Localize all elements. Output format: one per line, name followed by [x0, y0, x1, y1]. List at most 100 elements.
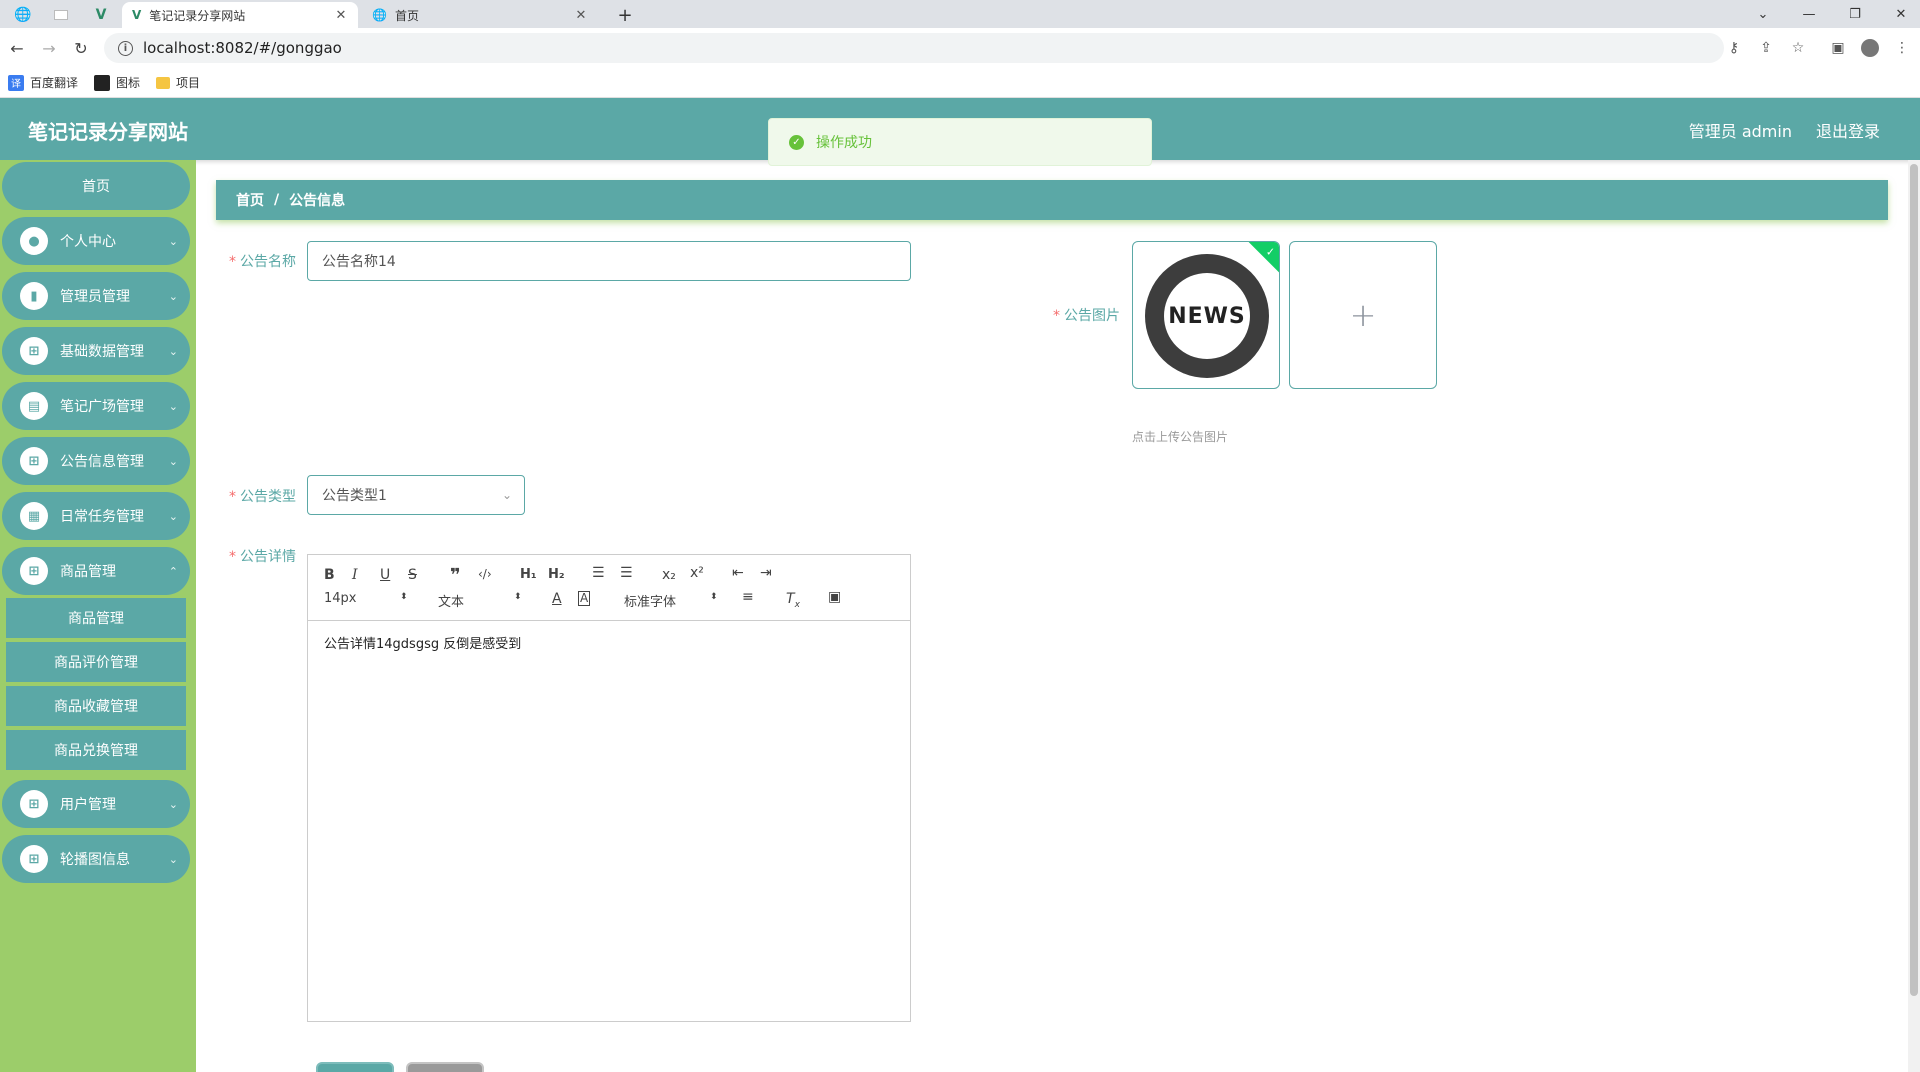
submit-button[interactable]: [316, 1062, 394, 1072]
pinned-tab-blank[interactable]: [46, 4, 76, 26]
scrollbar-thumb[interactable]: [1910, 164, 1918, 996]
breadcrumb-home[interactable]: 首页: [236, 190, 264, 210]
share-button[interactable]: ⇪: [1756, 38, 1776, 58]
bookmark-project[interactable]: 项目: [156, 74, 200, 91]
minimize-button[interactable]: —: [1798, 3, 1820, 25]
sidebar-item-label: 商品管理: [60, 564, 116, 580]
font-family-select[interactable]: 标准字体 ⬍: [624, 591, 720, 610]
restore-button[interactable]: ❐: [1844, 3, 1866, 25]
chevron-down-icon: ⌄: [168, 454, 178, 468]
font-color-icon[interactable]: A: [552, 591, 562, 607]
user-icon: ●: [20, 227, 48, 255]
info-icon[interactable]: i: [118, 40, 133, 56]
sidebar-item-goods[interactable]: ⊞ 商品管理 ⌃: [2, 547, 190, 595]
bold-icon[interactable]: B: [324, 567, 335, 583]
upload-trigger[interactable]: +: [1289, 241, 1437, 389]
chevron-down-icon: ⌄: [168, 509, 178, 523]
grid-icon: ⊞: [20, 790, 48, 818]
reload-button[interactable]: ↻: [70, 37, 92, 59]
blockquote-icon[interactable]: ❞: [450, 565, 461, 586]
name-input-value: 公告名称14: [322, 254, 396, 270]
heading2-icon[interactable]: H₂: [548, 567, 565, 582]
type-select[interactable]: 公告类型1 ⌄: [307, 475, 525, 515]
password-key-button[interactable]: ⚷: [1724, 38, 1744, 58]
news-image-text: NEWS: [1166, 303, 1248, 329]
sidebar-item-admin-management[interactable]: ▮ 管理员管理 ⌄: [2, 272, 190, 320]
blank-page-icon: [54, 10, 68, 20]
sidebar-item-label: 轮播图信息: [60, 852, 130, 868]
superscript-icon[interactable]: x²: [690, 565, 704, 581]
address-input[interactable]: i localhost:8082/#/gonggao: [104, 33, 1724, 63]
italic-icon[interactable]: I: [352, 567, 358, 583]
pinned-tab-globe[interactable]: 🌐: [8, 4, 38, 26]
bullet-list-icon[interactable]: ☰: [620, 565, 633, 581]
arrow-right-icon: →: [42, 38, 56, 58]
submenu-item-goods-favorite[interactable]: 商品收藏管理: [6, 686, 186, 728]
font-size-select[interactable]: 14px ⬍: [324, 591, 414, 606]
page-scrollbar[interactable]: [1908, 160, 1920, 1072]
success-toast: ✓ 操作成功: [768, 118, 1152, 166]
sidebar-item-basic-data[interactable]: ⊞ 基础数据管理 ⌄: [2, 327, 190, 375]
bookmark-star-button[interactable]: ☆: [1788, 38, 1808, 58]
sidebar-item-label: 个人中心: [60, 234, 116, 250]
sidebar-item-label: 基础数据管理: [60, 344, 144, 360]
sidebar-item-home[interactable]: 首页: [2, 162, 190, 210]
clear-format-icon[interactable]: Tx: [786, 591, 800, 610]
submenu-item-label: 商品评价管理: [54, 655, 138, 671]
cancel-button[interactable]: [406, 1062, 484, 1072]
forward-button[interactable]: →: [38, 37, 60, 59]
outdent-icon[interactable]: ⇤: [732, 565, 744, 581]
browser-toolbar: ← → ↻ i localhost:8082/#/gonggao ⚷ ⇪ ☆ ▣…: [0, 28, 1920, 68]
background-color-icon[interactable]: A: [578, 591, 591, 606]
pinned-tab-vue[interactable]: V: [86, 4, 116, 26]
toast-message: 操作成功: [816, 135, 872, 151]
logout-link[interactable]: 退出登录: [1816, 118, 1880, 142]
sidebar-item-carousel[interactable]: ⊞ 轮播图信息 ⌄: [2, 835, 190, 883]
back-button[interactable]: ←: [6, 37, 28, 59]
avatar-icon: [1861, 39, 1879, 57]
close-icon[interactable]: ✕: [574, 8, 588, 23]
bookmark-icons[interactable]: 图标: [94, 74, 140, 91]
upload-hint: 点击上传公告图片: [1132, 430, 1229, 444]
sidebar-item-announcement[interactable]: ⊞ 公告信息管理 ⌄: [2, 437, 190, 485]
name-input[interactable]: 公告名称14: [307, 241, 911, 281]
bookmark-baidu-translate[interactable]: 译 百度翻译: [8, 74, 78, 91]
detail-content: 公告详情14gdsgsg 反倒是感受到: [324, 637, 522, 652]
user-label: 管理员 admin: [1688, 122, 1792, 141]
uploaded-image-card[interactable]: NEWS ✓: [1132, 241, 1280, 389]
close-icon: ✕: [1895, 6, 1907, 22]
side-panel-button[interactable]: ▣: [1828, 38, 1848, 58]
grid-icon: ⊞: [20, 557, 48, 585]
close-icon[interactable]: ✕: [334, 8, 348, 23]
indent-icon[interactable]: ⇥: [760, 565, 772, 581]
block-format-select[interactable]: 文本 ⬍: [438, 591, 528, 610]
sidebar-item-personal-center[interactable]: ● 个人中心 ⌄: [2, 217, 190, 265]
submenu-item-goods-review[interactable]: 商品评价管理: [6, 642, 186, 684]
editor-content[interactable]: 公告详情14gdsgsg 反倒是感受到: [308, 621, 910, 664]
ordered-list-icon[interactable]: ☰: [592, 565, 605, 581]
tab-search-button[interactable]: ⌄: [1752, 3, 1774, 25]
align-icon[interactable]: ≡: [742, 589, 754, 605]
profile-button[interactable]: [1860, 38, 1880, 58]
chevron-down-icon: ⌄: [168, 344, 178, 358]
sidebar-item-note-square[interactable]: ▤ 笔记广场管理 ⌄: [2, 382, 190, 430]
sidebar-item-daily-tasks[interactable]: ▦ 日常任务管理 ⌄: [2, 492, 190, 540]
submenu-item-goods-exchange[interactable]: 商品兑换管理: [6, 730, 186, 772]
strikethrough-icon[interactable]: S: [408, 567, 417, 583]
sidebar-item-users[interactable]: ⊞ 用户管理 ⌄: [2, 780, 190, 828]
chevron-up-icon: ⌃: [168, 564, 178, 578]
code-icon[interactable]: ‹/›: [478, 567, 492, 581]
submenu-item-goods[interactable]: 商品管理: [6, 598, 186, 640]
tab-home[interactable]: 🌐 首页 ✕: [362, 2, 598, 28]
new-tab-button[interactable]: +: [612, 4, 638, 26]
heading1-icon[interactable]: H₁: [520, 567, 537, 582]
underline-icon[interactable]: U: [380, 567, 390, 583]
star-icon: ☆: [1791, 40, 1805, 56]
image-insert-icon[interactable]: ▣: [828, 589, 841, 605]
subscript-icon[interactable]: x₂: [662, 567, 676, 583]
translate-icon: 译: [8, 74, 24, 91]
window-close-button[interactable]: ✕: [1890, 3, 1912, 25]
globe-icon: 🌐: [14, 7, 32, 23]
tab-active[interactable]: V 笔记记录分享网站 ✕: [122, 2, 358, 28]
menu-button[interactable]: ⋮: [1892, 38, 1912, 58]
